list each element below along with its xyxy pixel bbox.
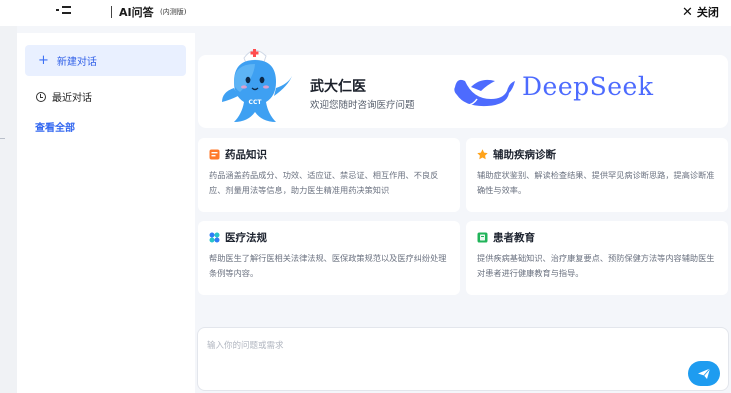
close-button[interactable]: ✕ 关闭 [682, 3, 719, 21]
view-all-link[interactable]: 查看全部 [35, 119, 75, 134]
card-diagnosis-assist[interactable]: 辅助疾病诊断 辅助症状鉴别、解读检查结果、提供罕见病诊断思路，提高诊断准确性与效… [466, 138, 728, 212]
new-chat-button[interactable]: + 新建对话 [25, 45, 186, 76]
question-input[interactable] [207, 338, 677, 354]
card-title: 辅助疾病诊断 [493, 148, 556, 161]
card-title: 患者教育 [493, 231, 535, 244]
card-patient-education[interactable]: 患者教育 提供疾病基础知识、治疗康复要点、预防保健方法等内容辅助医生对患者进行健… [466, 221, 728, 295]
beta-badge: (内测版) [160, 8, 187, 16]
new-chat-label: 新建对话 [56, 57, 97, 68]
deepseek-wordmark: DeepSeek [522, 72, 654, 101]
recent-chats-header[interactable]: 最近对话 [36, 89, 92, 104]
card-description: 辅助症状鉴别、解读检查结果、提供罕见病诊断思路，提高诊断准确性与效率。 [477, 170, 715, 195]
question-input-area [197, 327, 729, 391]
card-drug-knowledge[interactable]: 药品知识 药品涵盖药品成分、功效、适应证、禁忌证、相互作用、不良反应、剂量用法等… [198, 138, 460, 212]
card-description: 药品涵盖药品成分、功效、适应证、禁忌证、相互作用、不良反应、剂量用法等信息，助力… [209, 170, 439, 195]
send-button[interactable] [688, 361, 720, 386]
deepseek-logo: DeepSeek [451, 69, 731, 109]
assistant-name: 武大仁医 [310, 79, 366, 95]
top-bar: AI问答 (内测版) ✕ 关闭 [0, 0, 731, 26]
assistant-subtitle: 欢迎您随时咨询医疗问题 [310, 100, 415, 111]
clover-icon [209, 232, 220, 242]
card-title: 医疗法规 [225, 231, 267, 244]
whale-icon [454, 79, 515, 107]
card-medical-regulations[interactable]: 医疗法规 帮助医生了解行医相关法律法规、医保政策规范以及医疗纠纷处理条例等内容。 [198, 221, 460, 295]
book-icon [477, 232, 488, 242]
pill-box-icon [209, 149, 220, 159]
mascot-badge: CCT [249, 99, 263, 106]
star-icon [477, 148, 488, 159]
clock-icon [36, 91, 46, 102]
rail-tick [0, 138, 5, 139]
mascot-image: CCT [222, 49, 292, 122]
left-rail [0, 26, 17, 393]
page-title: AI问答 [119, 6, 154, 19]
recent-chats-label: 最近对话 [52, 93, 92, 104]
card-description: 帮助医生了解行医相关法律法规、医保政策规范以及医疗纠纷处理条例等内容。 [209, 253, 447, 278]
card-title: 药品知识 [225, 148, 267, 161]
close-icon: ✕ [682, 4, 693, 20]
app-logo-icon [56, 6, 72, 15]
title-divider [111, 6, 112, 18]
plus-icon: + [38, 53, 49, 68]
close-label: 关闭 [696, 6, 719, 19]
hero-banner: CCT 武大仁医 欢迎您随时咨询医疗问题 DeepSeek [198, 49, 731, 128]
sidebar: + 新建对话 最近对话 查看全部 [17, 33, 195, 393]
card-description: 提供疾病基础知识、治疗康复要点、预防保健方法等内容辅助医生对患者进行健康教育与指… [477, 253, 715, 278]
send-icon [698, 367, 711, 379]
